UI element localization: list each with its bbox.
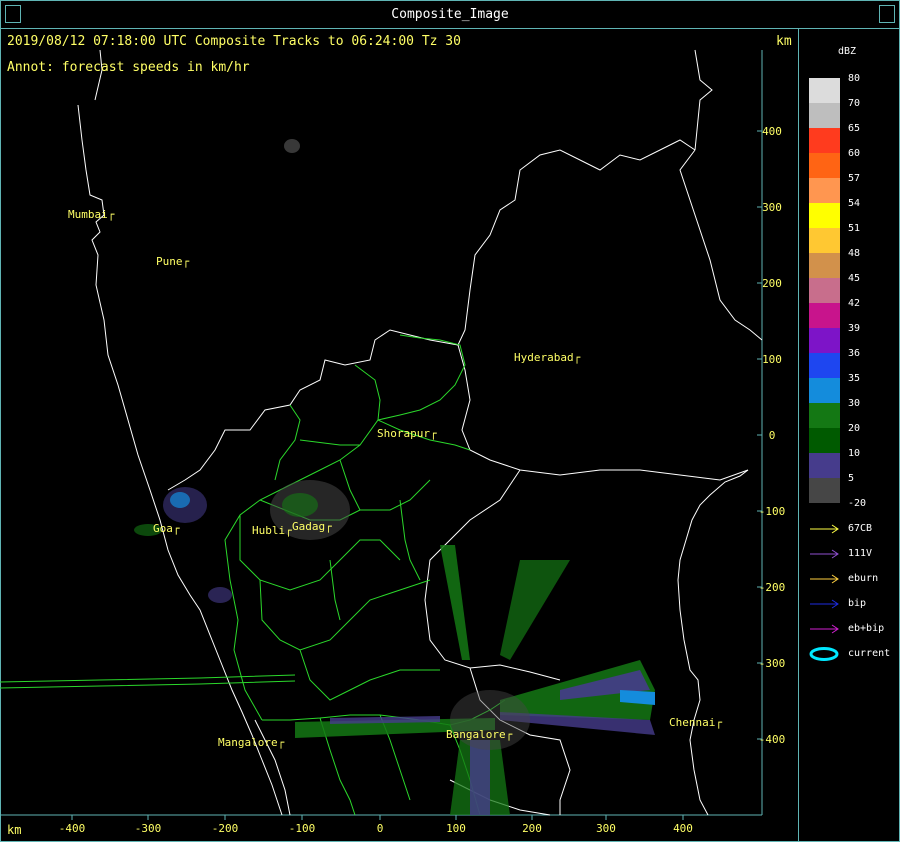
radar-beam (470, 740, 490, 815)
y-tick-label: 0 (769, 429, 776, 442)
y-tick-label: -100 (759, 505, 786, 518)
track-legend-label: 67CB (848, 523, 873, 534)
track-arrow-icon (810, 574, 839, 584)
y-tick-label: -400 (759, 733, 786, 746)
radar-echo-cluster (450, 690, 530, 750)
track-arrow-icon (810, 624, 839, 634)
x-axis-ticks: -400 -300 -200 -100 0 100 200 300 400 (59, 815, 693, 835)
legend-swatch (809, 228, 840, 253)
legend-level-label: 30 (848, 398, 861, 409)
current-ellipse-icon (809, 647, 839, 661)
legend-level-label: 80 (848, 73, 861, 84)
x-tick-label: -100 (289, 822, 316, 835)
legend-swatch (809, 153, 840, 178)
annotation-text: Annot: forecast speeds in km/hr (7, 60, 250, 75)
legend-swatch (809, 403, 840, 428)
x-tick-label: -300 (135, 822, 162, 835)
composite-header: 2019/08/12 07:18:00 UTC Composite Tracks… (7, 34, 461, 49)
radar-echo-cluster (170, 492, 190, 508)
legend-level-label: 51 (848, 223, 861, 234)
track-arrow-icon (810, 549, 839, 559)
city-label: Mangalore┌ (218, 736, 285, 749)
legend-swatch (809, 478, 840, 503)
x-tick-label: 100 (446, 822, 466, 835)
radar-echo-cluster (208, 587, 232, 603)
legend-level-label: 48 (848, 248, 861, 259)
x-tick-label: 200 (522, 822, 542, 835)
city-label: Gadag┌ (292, 520, 332, 533)
y-axis-unit: km (776, 34, 792, 49)
legend-level-label: 35 (848, 373, 861, 384)
radar-echo-cluster (284, 139, 300, 153)
legend-level-label: 65 (848, 123, 861, 134)
legend-level-label: 39 (848, 323, 861, 334)
city-label: Mumbai┌ (68, 208, 115, 221)
city-label: Hubli┌ (252, 524, 292, 537)
legend-level-label: 10 (848, 448, 861, 459)
y-tick-label: 100 (762, 353, 782, 366)
x-tick-label: 400 (673, 822, 693, 835)
legend-swatch (809, 278, 840, 303)
legend-level-label: 5 (848, 473, 855, 484)
track-legend-label: eburn (848, 573, 879, 584)
legend-swatch (809, 253, 840, 278)
legend-swatch (809, 453, 840, 478)
x-tick-label: -200 (212, 822, 239, 835)
legend-level-label: 42 (848, 298, 861, 309)
legend-title: dBZ (838, 46, 857, 57)
x-tick-label: 300 (596, 822, 616, 835)
radar-echoes (134, 139, 655, 815)
legend-swatch (809, 353, 840, 378)
legend-level-label: 36 (848, 348, 861, 359)
track-arrow-icon (810, 524, 839, 534)
x-axis-unit: km (7, 823, 22, 837)
y-tick-label: 200 (762, 277, 782, 290)
city-label: Shorapur┌ (377, 427, 437, 440)
city-label: Hyderabad┌ (514, 351, 581, 364)
city-label: Chennai┌ (669, 716, 722, 729)
x-tick-label: 0 (377, 822, 384, 835)
legend-level-label: -20 (848, 498, 867, 509)
city-label: Bangalore┌ (446, 728, 513, 741)
legend-swatch (809, 78, 840, 103)
city-label: Goa┌ (153, 522, 180, 535)
legend-level-label: 57 (848, 173, 861, 184)
legend-level-label: 45 (848, 273, 861, 284)
legend-swatch (809, 378, 840, 403)
y-tick-label: 300 (762, 201, 782, 214)
legend-level-label: 20 (848, 423, 861, 434)
y-tick-label: 400 (762, 125, 782, 138)
y-axis-ticks: 400 300 200 100 0 -100 -200 -300 -400 (757, 125, 785, 746)
legend-swatch (809, 328, 840, 353)
radar-beam (440, 545, 470, 660)
legend-level-label: 54 (848, 198, 861, 209)
track-legend-label: eb+bip (848, 623, 885, 634)
city-label: Pune┌ (156, 255, 189, 268)
legend-level-label: 70 (848, 98, 861, 109)
radar-beam (500, 560, 570, 660)
legend-level-label: 60 (848, 148, 861, 159)
legend-swatch (809, 203, 840, 228)
map-canvas[interactable]: -400 -300 -200 -100 0 100 200 300 400 4003002001… (0, 0, 900, 841)
track-legend-label: bip (848, 598, 867, 609)
legend-swatch (809, 178, 840, 203)
y-tick-label: -300 (759, 657, 786, 670)
legend-swatch (809, 103, 840, 128)
track-legend-label: current (848, 648, 891, 659)
radar-echo-cluster (282, 493, 318, 517)
track-legend-label: 111V (848, 548, 873, 559)
legend-swatch (809, 303, 840, 328)
track-arrow-icon (810, 599, 839, 609)
legend-swatch (809, 128, 840, 153)
y-tick-label: -200 (759, 581, 786, 594)
x-tick-label: -400 (59, 822, 86, 835)
legend-swatch (809, 428, 840, 453)
